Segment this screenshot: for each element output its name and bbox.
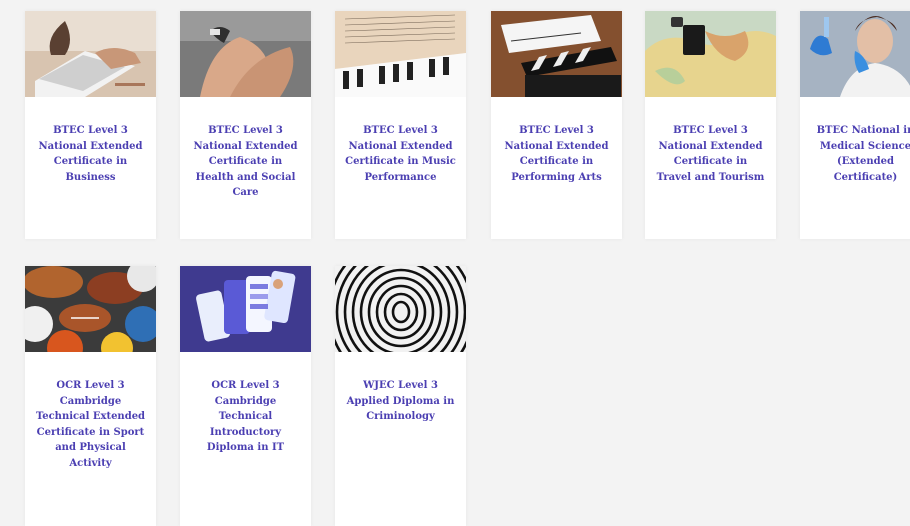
course-title: OCR Level 3 Cambridge Technical Extended… xyxy=(35,380,146,469)
course-card-travel-tourism[interactable]: BTEC Level 3 National Extended Certifica… xyxy=(645,11,776,239)
course-title: BTEC Level 3 National Extended Certifica… xyxy=(504,125,609,183)
course-card-music-performance[interactable]: BTEC Level 3 National Extended Certifica… xyxy=(335,11,466,239)
course-image-film-clapperboard[interactable] xyxy=(491,11,622,97)
course-title: BTEC Level 3 National Extended Certifica… xyxy=(345,125,456,183)
course-card-sport-physical-activity[interactable]: OCR Level 3 Cambridge Technical Extended… xyxy=(25,266,156,526)
course-title: BTEC Level 3 National Extended Certifica… xyxy=(656,125,765,183)
course-card-performing-arts[interactable]: BTEC Level 3 National Extended Certifica… xyxy=(491,11,622,239)
course-image-piano-sheet-music[interactable] xyxy=(335,11,466,97)
course-grid: BTEC Level 3 National Extended Certifica… xyxy=(0,0,910,526)
course-image-sports-balls[interactable] xyxy=(25,266,156,352)
course-title: BTEC Level 3 National Extended Certifica… xyxy=(193,125,298,198)
course-title: OCR Level 3 Cambridge Technical Introduc… xyxy=(206,380,285,453)
course-image-holding-hands[interactable] xyxy=(180,11,311,97)
course-card-health-social-care[interactable]: BTEC Level 3 National Extended Certifica… xyxy=(180,11,311,239)
course-title: BTEC Level 3 National Extended Certifica… xyxy=(38,125,143,183)
course-card-criminology[interactable]: WJEC Level 3 Applied Diploma in Criminol… xyxy=(335,266,466,526)
course-title: BTEC National in Medical Science (Extend… xyxy=(816,125,910,183)
course-image-scientist-lab[interactable] xyxy=(800,11,910,97)
course-title: WJEC Level 3 Applied Diploma in Criminol… xyxy=(346,380,455,422)
course-card-business[interactable]: BTEC Level 3 National Extended Certifica… xyxy=(25,11,156,239)
course-image-laptop-typing[interactable] xyxy=(25,11,156,97)
course-card-it[interactable]: OCR Level 3 Cambridge Technical Introduc… xyxy=(180,266,311,526)
course-image-world-map-passport[interactable] xyxy=(645,11,776,97)
course-image-mobile-app-screens[interactable] xyxy=(180,266,311,352)
course-card-medical-science[interactable]: BTEC National in Medical Science (Extend… xyxy=(800,11,910,239)
course-image-fingerprint[interactable] xyxy=(335,266,466,352)
